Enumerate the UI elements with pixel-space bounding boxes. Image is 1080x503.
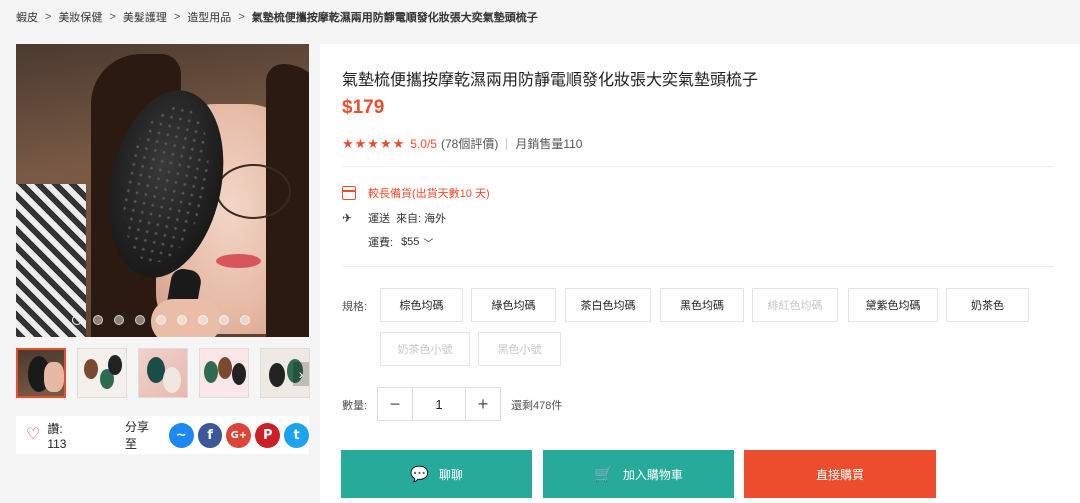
- add-to-cart-button[interactable]: 🛒 加入購物車: [543, 450, 734, 498]
- increment-button[interactable]: +: [466, 388, 500, 420]
- chevron-right-icon: >: [173, 11, 181, 23]
- like-count: 讚: 113: [47, 421, 67, 451]
- like-share-bar: ♡ 讚: 113 分享至 ~ f G+ P t: [16, 416, 310, 454]
- variation-label: 規格:: [342, 301, 368, 313]
- carousel-dot[interactable]: [219, 315, 229, 325]
- facebook-icon[interactable]: f: [197, 422, 223, 448]
- heart-icon[interactable]: ♡: [26, 427, 40, 443]
- carousel-dot[interactable]: [177, 315, 187, 325]
- share-label: 分享至: [124, 420, 149, 451]
- product-main-image[interactable]: [16, 44, 309, 337]
- twitter-icon[interactable]: t: [284, 422, 310, 448]
- product-price: $179: [342, 97, 385, 118]
- glasses: [216, 164, 291, 219]
- lips: [216, 254, 261, 268]
- add-to-cart-label: 加入購物車: [622, 467, 683, 482]
- breadcrumb-link-styling[interactable]: 造型用品: [187, 9, 231, 25]
- quantity-input[interactable]: 1: [412, 388, 466, 420]
- ship-from-label: 運送: [368, 213, 390, 225]
- variation-option[interactable]: 黛紫色均碼: [848, 288, 938, 322]
- divider: [342, 166, 1054, 167]
- chat-bubble-icon: 💬: [410, 466, 429, 483]
- breadcrumb-link-beauty[interactable]: 美妝保健: [58, 9, 102, 25]
- carousel-dot[interactable]: [93, 315, 103, 325]
- variation-option-disabled: 緋紅色均碼: [752, 288, 838, 322]
- buy-now-button[interactable]: 直接購買: [744, 450, 936, 498]
- chevron-down-icon[interactable]: ﹀: [423, 235, 433, 250]
- preorder-notice: 較長備貨(出貨天數10 天): [368, 188, 490, 200]
- shipping-fee-value: $55: [401, 236, 420, 248]
- variation-option[interactable]: 綠色均碼: [471, 288, 556, 322]
- product-title: 氣墊梳便攜按摩乾濕兩用防靜電順發化妝張大奕氣墊頭梳子: [342, 72, 759, 89]
- google-plus-icon[interactable]: G+: [226, 422, 252, 448]
- thumbnail[interactable]: [138, 348, 188, 398]
- variation-option-disabled: 黑色小號: [478, 332, 561, 366]
- pinterest-icon[interactable]: P: [255, 422, 281, 448]
- cart-plus-icon: 🛒: [594, 466, 613, 483]
- chevron-right-icon: >: [109, 11, 116, 23]
- shipping-fee-label: 運費:: [368, 237, 394, 249]
- thumbnail[interactable]: [77, 348, 127, 398]
- variation-option[interactable]: 奶茶色: [946, 288, 1029, 322]
- rating-stars-icon: ★★★★★: [342, 135, 406, 151]
- carousel-dot[interactable]: [198, 315, 208, 325]
- variation-option[interactable]: 黑色均碼: [660, 288, 744, 322]
- thumbnail[interactable]: [16, 348, 66, 398]
- carousel-dot[interactable]: [156, 315, 166, 325]
- ship-from-value: 來自: 海外: [396, 213, 447, 225]
- carousel-dot[interactable]: [114, 315, 124, 325]
- monthly-sales: 月銷售量110: [515, 137, 583, 151]
- variation-option[interactable]: 茶白色均碼: [565, 288, 651, 322]
- variation-option[interactable]: 棕色均碼: [380, 288, 463, 322]
- stock-remaining: 還剩478件: [511, 400, 563, 412]
- breadcrumb-link-home[interactable]: 蝦皮: [16, 9, 38, 25]
- carousel-dot[interactable]: [72, 315, 82, 325]
- chat-button[interactable]: 💬 聊聊: [341, 450, 532, 498]
- thumbnail-strip: [16, 348, 310, 398]
- decrement-button[interactable]: −: [378, 388, 412, 420]
- calendar-icon: [342, 186, 356, 200]
- divider: [342, 266, 1054, 267]
- divider: [506, 137, 508, 150]
- carousel-dot[interactable]: [135, 315, 145, 325]
- chevron-right-icon: >: [238, 11, 245, 23]
- quantity-label: 數量:: [342, 400, 368, 412]
- chevron-right-icon[interactable]: ›: [293, 362, 309, 386]
- truck-icon: ✈: [342, 211, 353, 225]
- rating-score: 5.0/5: [410, 136, 437, 151]
- shipping-fee-row[interactable]: 運費: $55 ﹀: [368, 234, 433, 250]
- rating-count[interactable]: (78個評價): [441, 135, 498, 152]
- chevron-right-icon: >: [45, 11, 52, 23]
- carousel-dots: [72, 315, 250, 325]
- quantity-stepper: − 1 +: [377, 387, 501, 421]
- thumbnail[interactable]: [199, 348, 249, 398]
- ship-from-row: ✈ 運送 來自: 海外: [342, 210, 446, 226]
- rating-row: ★★★★★ 5.0/5 (78個評價) 月銷售量110: [342, 135, 582, 152]
- chat-button-label: 聊聊: [438, 467, 463, 482]
- buy-now-label: 直接購買: [815, 467, 864, 482]
- breadcrumb-current: 氣墊梳便攜按摩乾濕兩用防靜電順發化妝張大奕氣墊頭梳子: [251, 12, 538, 24]
- product-info-panel: 氣墊梳便攜按摩乾濕兩用防靜電順發化妝張大奕氣墊頭梳子 $179 ★★★★★ 5.…: [320, 44, 1080, 503]
- variation-option-disabled: 奶茶色小號: [380, 332, 470, 366]
- messenger-icon[interactable]: ~: [168, 422, 194, 448]
- carousel-dot[interactable]: [240, 315, 250, 325]
- breadcrumb: 蝦皮 > 美妝保健 > 美髮護理 > 造型用品 > 氣墊梳便攜按摩乾濕兩用防靜電…: [16, 8, 538, 26]
- breadcrumb-link-haircare[interactable]: 美髮護理: [123, 9, 167, 25]
- preorder-row: 較長備貨(出貨天數10 天): [342, 185, 490, 201]
